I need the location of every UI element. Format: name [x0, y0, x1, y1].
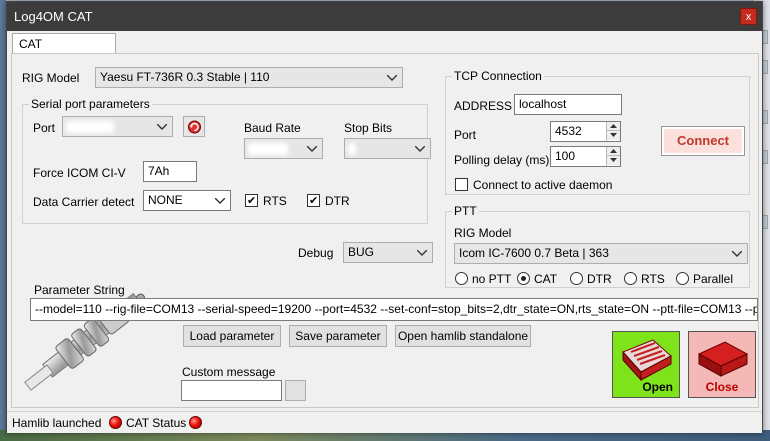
hamlib-status-label: Hamlib launched — [12, 416, 102, 430]
chevron-down-icon — [155, 117, 169, 136]
serial-port-group-title: Serial port parameters — [29, 97, 152, 111]
ptt-option-rts: RTS — [641, 272, 665, 286]
custom-message-input[interactable] — [181, 380, 282, 401]
cat-window: Log4OM CAT x CAT Management RIG Model Ya… — [6, 1, 763, 433]
ptt-group-title: PTT — [452, 204, 479, 218]
tcp-connection-group: TCP Connection ADDRESS localhost Port 45… — [445, 69, 750, 195]
ptt-radio-no-ptt[interactable] — [455, 272, 468, 285]
chevron-down-icon — [305, 139, 319, 158]
parameter-string-label: Parameter String — [34, 283, 125, 297]
port-value-redacted — [66, 121, 114, 133]
refresh-ports-button[interactable] — [183, 116, 205, 137]
ptt-radio-parallel[interactable] — [676, 272, 689, 285]
tcp-port-value: 4532 — [555, 124, 582, 138]
rig-model-label: RIG Model — [22, 71, 80, 85]
radio-selected-icon — [521, 276, 526, 281]
open-button-label: Open — [642, 380, 673, 394]
ptt-option-parallel: Parallel — [693, 272, 734, 286]
serial-port-group: Serial port parameters Port Baud Rate St… — [22, 97, 431, 224]
rig-model-select[interactable]: Yaesu FT-736R 0.3 Stable | 110 — [95, 67, 403, 88]
check-icon: ✔ — [247, 195, 257, 207]
close-icon — [697, 341, 749, 377]
title-bar[interactable]: Log4OM CAT x — [7, 2, 762, 31]
chevron-down-icon — [213, 191, 227, 210]
spin-down-icon[interactable] — [607, 131, 620, 140]
address-label: ADDRESS — [454, 99, 513, 113]
ptt-rig-model-value: Icom IC-7600 0.7 Beta | 363 — [459, 246, 609, 260]
close-button-label: Close — [705, 380, 739, 394]
ptt-group: PTT RIG Model Icom IC-7600 0.7 Beta | 36… — [445, 204, 750, 288]
dcd-value: NONE — [148, 193, 183, 207]
check-icon: ✔ — [309, 195, 319, 207]
stop-bits-select[interactable] — [344, 138, 431, 159]
chevron-down-icon — [385, 68, 399, 87]
data-carrier-detect-label: Data Carrier detect — [33, 195, 135, 209]
parameter-string-input[interactable]: --model=110 --rig-file=COM13 --serial-sp… — [30, 298, 758, 321]
ptt-radio-dtr[interactable] — [570, 272, 583, 285]
rts-label: RTS — [263, 194, 287, 208]
ptt-rig-model-label: RIG Model — [454, 226, 512, 240]
spin-down-icon[interactable] — [607, 156, 620, 165]
ptt-radio-cat[interactable] — [517, 272, 530, 285]
open-icon — [622, 339, 672, 382]
address-input[interactable]: localhost — [514, 94, 622, 115]
polling-delay-value: 100 — [555, 149, 576, 163]
cat-status-led-icon — [189, 416, 202, 429]
close-button[interactable]: Close — [688, 331, 756, 398]
debug-value: BUG — [348, 245, 375, 259]
rig-model-value: Yaesu FT-736R 0.3 Stable | 110 — [100, 70, 270, 84]
port-label: Port — [33, 121, 56, 135]
load-parameter-button[interactable]: Load parameter — [183, 325, 281, 347]
dtr-checkbox[interactable]: ✔ — [307, 194, 320, 207]
ptt-radio-rts[interactable] — [624, 272, 637, 285]
cat-status-label: CAT Status — [126, 416, 187, 430]
debug-select[interactable]: BUG — [343, 242, 433, 263]
custom-message-label: Custom message — [182, 365, 276, 379]
stop-bits-label: Stop Bits — [344, 121, 393, 135]
dtr-label: DTR — [325, 194, 350, 208]
open-button[interactable]: Open — [612, 331, 680, 398]
baud-value-redacted — [248, 143, 288, 155]
port-select[interactable] — [62, 116, 173, 137]
data-carrier-detect-select[interactable]: NONE — [143, 190, 231, 211]
chevron-down-icon — [415, 243, 429, 262]
polling-delay-label: Polling delay (ms) — [454, 153, 550, 167]
spin-up-icon[interactable] — [607, 122, 620, 131]
polling-delay-spinner[interactable] — [606, 147, 620, 166]
open-hamlib-standalone-button[interactable]: Open hamlib standalone — [395, 325, 531, 347]
send-custom-message-button[interactable] — [285, 380, 306, 401]
tcp-port-input[interactable]: 4532 — [550, 121, 621, 142]
refresh-ports-icon — [187, 120, 202, 137]
tab-cat-management[interactable]: CAT Management — [12, 33, 116, 65]
cat-management-panel: RIG Model Yaesu FT-736R 0.3 Stable | 110… — [11, 53, 759, 408]
ptt-option-dtr: DTR — [587, 272, 612, 286]
baud-rate-label: Baud Rate — [244, 121, 301, 135]
force-icom-label: Force ICOM CI-V — [33, 166, 126, 180]
ptt-option-no-ptt: no PTT — [472, 272, 512, 286]
save-parameter-button[interactable]: Save parameter — [289, 325, 387, 347]
baud-rate-select[interactable] — [244, 138, 323, 159]
tcp-connection-group-title: TCP Connection — [452, 69, 544, 83]
stop-bits-value-redacted — [348, 143, 356, 155]
debug-label: Debug — [298, 246, 334, 260]
polling-delay-input[interactable]: 100 — [550, 146, 621, 167]
connect-daemon-checkbox[interactable] — [455, 178, 468, 191]
connect-button[interactable]: Connect — [661, 126, 745, 156]
ptt-option-cat: CAT — [534, 272, 558, 286]
tcp-port-spinner[interactable] — [606, 122, 620, 141]
ptt-rig-model-select[interactable]: Icom IC-7600 0.7 Beta | 363 — [454, 243, 748, 264]
spin-up-icon[interactable] — [607, 147, 620, 156]
hamlib-status-led-icon — [109, 416, 122, 429]
force-icom-input[interactable]: 7Ah — [143, 161, 197, 182]
connect-daemon-label: Connect to active daemon — [473, 178, 613, 192]
window-close-button[interactable]: x — [740, 8, 757, 25]
chevron-down-icon — [730, 244, 744, 263]
window-title: Log4OM CAT — [14, 9, 93, 24]
rts-checkbox[interactable]: ✔ — [245, 194, 258, 207]
tcp-port-label: Port — [454, 128, 477, 142]
status-bar: Hamlib launched CAT Status — [7, 411, 762, 433]
chevron-down-icon — [413, 139, 427, 158]
